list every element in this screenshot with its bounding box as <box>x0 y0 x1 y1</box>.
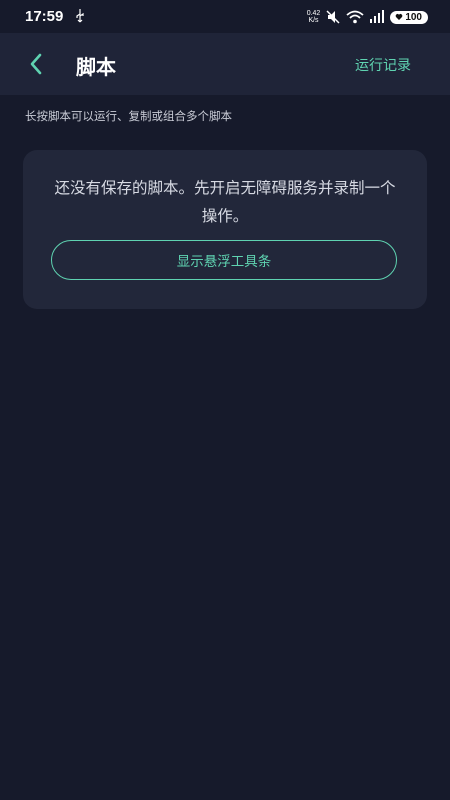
mute-icon <box>326 10 340 24</box>
usb-icon <box>76 9 84 23</box>
status-time: 17:59 <box>25 8 64 25</box>
empty-state-message: 还没有保存的脚本。先开启无障碍服务并录制一个操作。 <box>54 179 396 225</box>
battery-icon <box>395 13 403 20</box>
app-bar: 脚本 运行记录 <box>0 33 450 95</box>
battery-level: 100 <box>405 11 422 23</box>
status-bar: 17:59 0.42 K/s 100 <box>0 0 450 33</box>
page-title: 脚本 <box>76 55 116 79</box>
run-log-button[interactable]: 运行记录 <box>355 55 411 75</box>
hint-text: 长按脚本可以运行、复制或组合多个脚本 <box>25 109 232 123</box>
net-speed-unit: K/s <box>308 17 319 24</box>
chevron-left-icon <box>30 53 42 75</box>
net-speed-value: 0.42 <box>306 10 321 17</box>
empty-state-card: 还没有保存的脚本。先开启无障碍服务并录制一个操作。 显示悬浮工具条 <box>23 150 427 309</box>
wifi-icon <box>346 10 364 24</box>
show-floating-toolbar-button[interactable]: 显示悬浮工具条 <box>51 240 397 280</box>
signal-icon <box>370 10 385 23</box>
status-icons: 0.42 K/s 100 <box>307 8 428 26</box>
battery-indicator: 100 <box>390 10 428 24</box>
back-button[interactable] <box>22 50 50 78</box>
net-speed: 0.42 K/s <box>307 10 321 24</box>
